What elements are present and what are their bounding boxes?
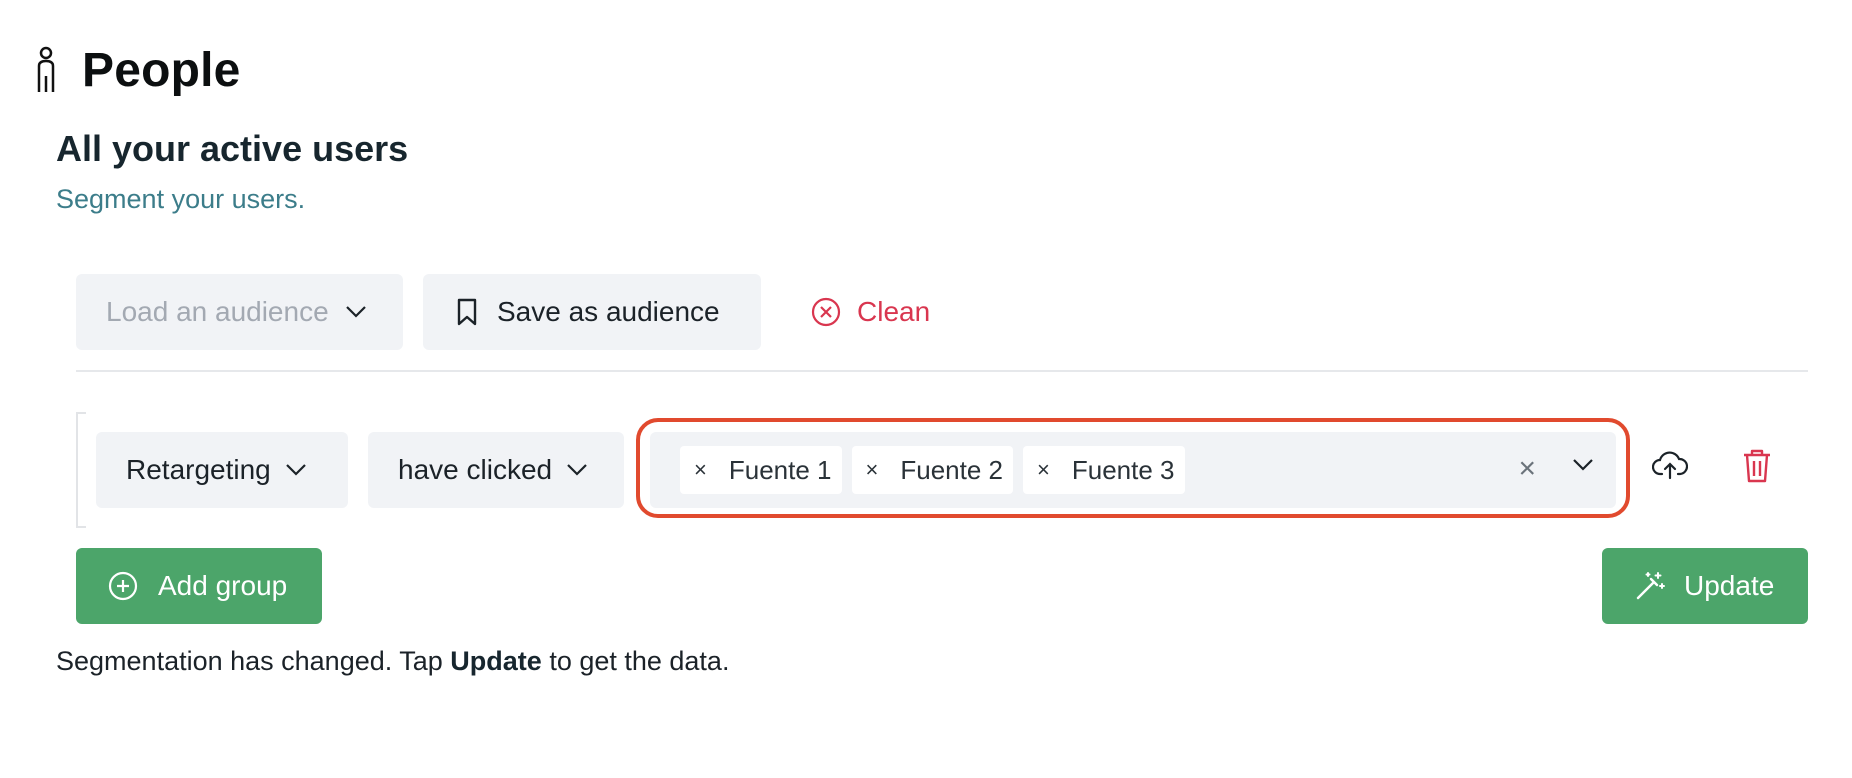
section-title: All your active users bbox=[56, 128, 409, 169]
person-icon bbox=[37, 46, 55, 92]
status-message: Segmentation has changed. Tap Update to … bbox=[56, 646, 729, 677]
field-select[interactable]: Retargeting bbox=[96, 432, 348, 508]
section-header: All your active users Segment your users… bbox=[56, 128, 408, 215]
save-as-audience-button[interactable]: Save as audience bbox=[423, 274, 761, 350]
clean-label: Clean bbox=[857, 296, 931, 327]
load-audience-select[interactable]: Load an audience bbox=[76, 274, 403, 350]
chip-remove-icon[interactable]: × bbox=[866, 457, 879, 483]
values-multiselect[interactable]: × Fuente 1 × Fuente 2 × Fuente 3 × bbox=[650, 432, 1616, 508]
chevron-down-icon bbox=[567, 464, 587, 476]
chip-label: Fuente 3 bbox=[1071, 454, 1175, 485]
audience-toolbar: Load an audience Save as audience Clean bbox=[76, 274, 930, 350]
update-button[interactable]: Update bbox=[1602, 548, 1808, 624]
update-label: Update bbox=[1684, 570, 1775, 601]
magic-wand-icon bbox=[1636, 572, 1665, 600]
chip-label: Fuente 2 bbox=[900, 454, 1003, 485]
clear-all-icon[interactable]: × bbox=[1518, 454, 1536, 484]
status-prefix: Segmentation has changed. Tap bbox=[56, 646, 451, 676]
load-audience-placeholder: Load an audience bbox=[106, 296, 329, 327]
close-circle-icon bbox=[811, 297, 841, 327]
divider bbox=[76, 370, 1808, 372]
section-subtitle: Segment your users. bbox=[56, 184, 306, 214]
bookmark-icon bbox=[457, 298, 477, 326]
add-group-button[interactable]: Add group bbox=[76, 548, 322, 624]
value-chip: × Fuente 3 bbox=[1023, 446, 1185, 494]
operator-select[interactable]: have clicked bbox=[368, 432, 624, 508]
save-audience-label: Save as audience bbox=[497, 296, 720, 327]
trash-icon[interactable] bbox=[1742, 448, 1772, 484]
plus-circle-icon bbox=[108, 571, 138, 601]
cloud-upload-icon[interactable] bbox=[1652, 448, 1688, 484]
filter-row: Retargeting have clicked bbox=[96, 432, 624, 508]
chevron-down-icon bbox=[285, 464, 306, 476]
people-page: People All your active users Segment you… bbox=[0, 0, 1852, 778]
value-chip: × Fuente 1 bbox=[680, 446, 842, 494]
chip-label: Fuente 1 bbox=[728, 454, 832, 485]
field-select-value: Retargeting bbox=[126, 454, 271, 485]
chip-remove-icon[interactable]: × bbox=[694, 457, 707, 483]
value-chip: × Fuente 2 bbox=[851, 446, 1013, 494]
operator-select-value: have clicked bbox=[398, 454, 553, 485]
highlight-outline: × Fuente 1 × Fuente 2 × Fuente 3 × bbox=[636, 418, 1630, 518]
status-bold: Update bbox=[450, 646, 542, 676]
status-suffix: to get the data. bbox=[541, 646, 730, 676]
chevron-down-icon bbox=[345, 306, 366, 318]
chevron-down-icon[interactable] bbox=[1572, 458, 1594, 472]
group-bracket bbox=[76, 412, 86, 528]
clean-button[interactable]: Clean bbox=[811, 274, 930, 350]
page-title: People bbox=[82, 43, 241, 97]
page-header: People bbox=[32, 40, 241, 100]
add-group-label: Add group bbox=[158, 570, 288, 601]
chip-remove-icon[interactable]: × bbox=[1037, 457, 1050, 483]
